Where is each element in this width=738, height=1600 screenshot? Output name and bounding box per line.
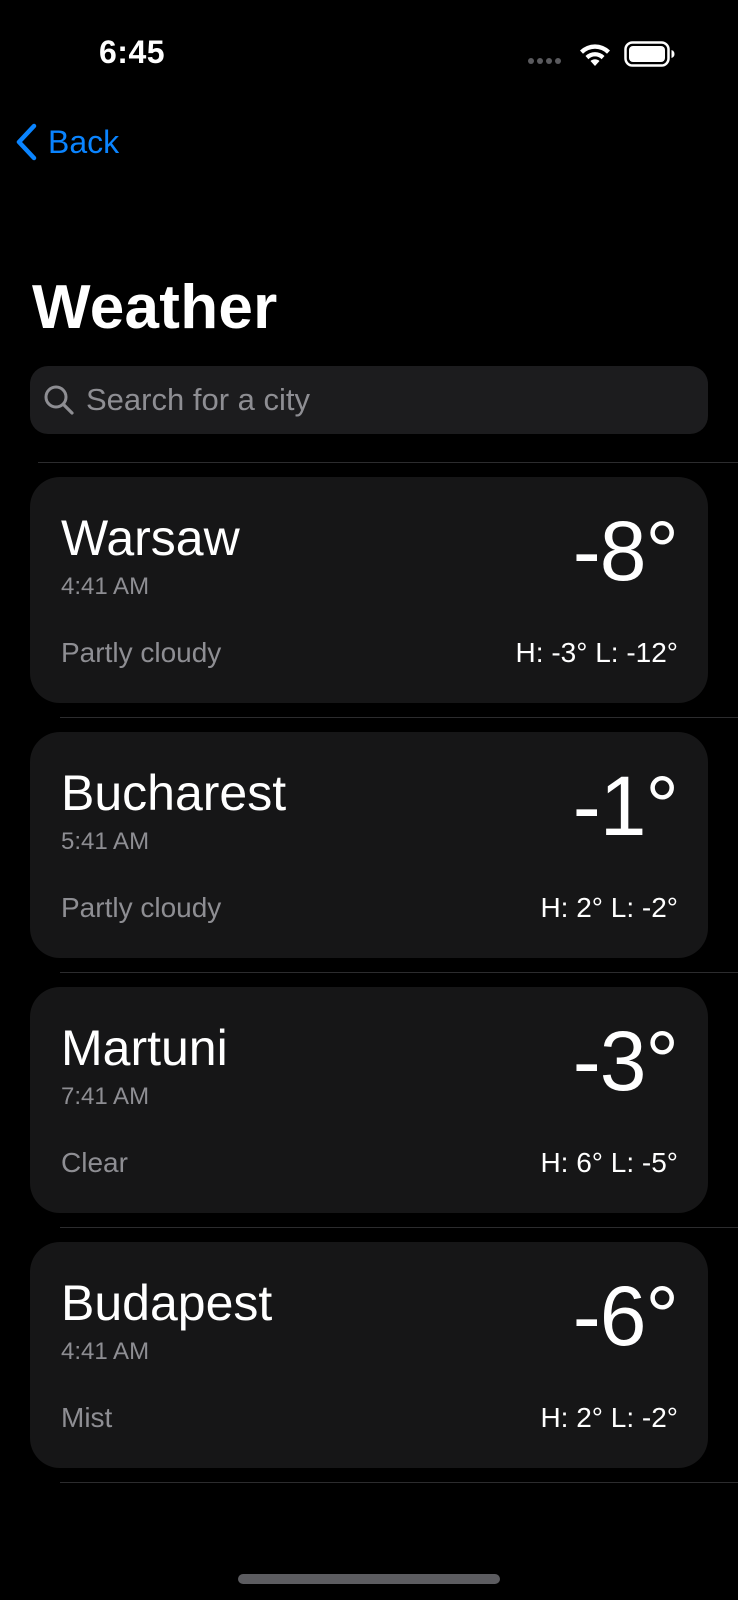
- page-title: Weather: [32, 273, 278, 342]
- city-temperature: -6°: [572, 1269, 679, 1363]
- separator: [60, 1482, 738, 1483]
- city-temperature: -8°: [572, 504, 679, 598]
- city-card-martuni[interactable]: Martuni 7:41 AM -3° Clear H: 6° L: -5°: [30, 987, 708, 1213]
- city-name: Warsaw: [61, 510, 240, 566]
- city-name: Bucharest: [61, 765, 287, 821]
- city-condition: Partly cloudy: [61, 892, 222, 923]
- city-card-budapest[interactable]: Budapest 4:41 AM -6° Mist H: 2° L: -2°: [30, 1242, 708, 1468]
- city-local-time: 5:41 AM: [61, 828, 150, 855]
- city-condition: Clear: [61, 1147, 128, 1178]
- city-name: Budapest: [61, 1275, 273, 1331]
- separator: [60, 1227, 738, 1228]
- city-condition: Mist: [61, 1402, 113, 1433]
- city-local-time: 4:41 AM: [61, 1338, 150, 1365]
- chevron-left-icon: [16, 123, 37, 161]
- city-local-time: 4:41 AM: [61, 573, 150, 600]
- city-name: Martuni: [61, 1020, 228, 1076]
- separator: [38, 462, 738, 463]
- search-icon: [44, 385, 74, 415]
- status-time: 6:45: [99, 34, 166, 70]
- cellular-signal-icon: [528, 58, 561, 64]
- city-temperature: -1°: [572, 759, 679, 853]
- home-indicator[interactable]: [238, 1574, 500, 1584]
- city-high-low: H: 2° L: -2°: [540, 892, 678, 923]
- separator: [60, 717, 738, 718]
- status-bar: 6:45: [0, 0, 738, 110]
- city-high-low: H: -3° L: -12°: [515, 637, 678, 668]
- city-local-time: 7:41 AM: [61, 1083, 150, 1110]
- search-input[interactable]: [86, 382, 708, 418]
- back-button[interactable]: Back: [14, 118, 119, 166]
- city-high-low: H: 6° L: -5°: [540, 1147, 678, 1178]
- battery-icon: [624, 41, 675, 67]
- back-label: Back: [48, 123, 120, 160]
- city-card-warsaw[interactable]: Warsaw 4:41 AM -8° Partly cloudy H: -3° …: [30, 477, 708, 703]
- search-bar[interactable]: [30, 366, 708, 434]
- city-condition: Partly cloudy: [61, 637, 222, 668]
- city-temperature: -3°: [572, 1014, 679, 1108]
- separator: [60, 972, 738, 973]
- city-high-low: H: 2° L: -2°: [540, 1402, 678, 1433]
- city-card-bucharest[interactable]: Bucharest 5:41 AM -1° Partly cloudy H: 2…: [30, 732, 708, 958]
- wifi-icon: [580, 44, 610, 66]
